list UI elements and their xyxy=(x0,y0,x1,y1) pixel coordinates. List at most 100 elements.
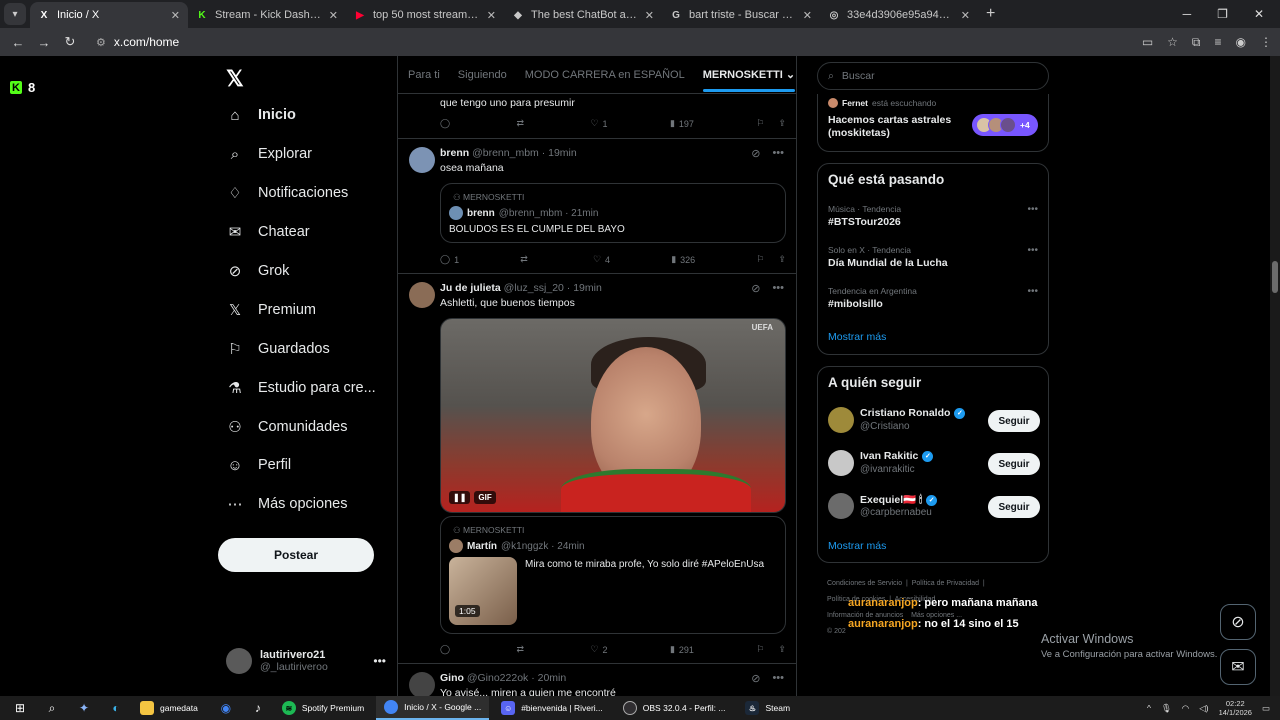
taskbar-app-chrome[interactable]: Inicio / X - Google ... xyxy=(376,696,490,720)
tab-para-ti[interactable]: Para ti xyxy=(408,69,440,81)
browser-tab-chatbot[interactable]: ◆ The best ChatBot and Widgets ✕ xyxy=(504,2,662,28)
close-icon[interactable]: ✕ xyxy=(487,9,496,22)
post[interactable]: que tengo uno para presumir ◯ ⇄ ♡ 1 ▮ 197 … xyxy=(398,94,796,139)
close-window-icon[interactable]: ✕ xyxy=(1254,7,1264,21)
scrollbar-thumb[interactable] xyxy=(1272,261,1278,293)
author-name[interactable]: Gino xyxy=(440,672,464,684)
close-icon[interactable]: ✕ xyxy=(803,9,812,22)
live-space-card[interactable]: Fernet está escuchando Hacemos cartas ast… xyxy=(817,94,1049,152)
trends-show-more[interactable]: Mostrar más xyxy=(828,331,886,343)
notifications-icon[interactable]: ▭ xyxy=(1262,703,1270,714)
avatar[interactable] xyxy=(828,407,854,433)
author-name[interactable]: Ju de julieta xyxy=(440,282,501,294)
avatar[interactable] xyxy=(409,282,435,308)
extensions-icon[interactable]: ⧉ xyxy=(1192,35,1201,50)
post[interactable]: brenn @brenn_mbm · 19min ⊘ ••• osea mañan… xyxy=(398,139,796,274)
trend-item[interactable]: Música · Tendencia #BTSTour2026 ••• xyxy=(828,204,1038,228)
chevron-up-icon[interactable]: ^ xyxy=(1147,703,1151,713)
grok-icon[interactable]: ⊘ xyxy=(751,282,760,295)
reply-button[interactable]: ◯ 1 xyxy=(440,254,459,265)
browser-tab-inicio-x[interactable]: X Inicio / X ✕ xyxy=(30,2,188,28)
tiktok-icon[interactable]: ♪ xyxy=(246,696,270,720)
share-icon[interactable]: ⇪ xyxy=(768,254,786,265)
close-icon[interactable]: ✕ xyxy=(961,9,970,22)
address-bar[interactable]: ⚙ x.com/home xyxy=(96,31,1142,53)
views-button[interactable]: ▮ 291 xyxy=(670,644,694,655)
reload-icon[interactable]: ↻ xyxy=(60,34,80,50)
more-icon[interactable]: ••• xyxy=(1027,204,1038,215)
taskbar-app-discord[interactable]: ☺ #bienvenida | Riveri... xyxy=(493,696,611,720)
avatar[interactable] xyxy=(828,493,854,519)
nav-explorar[interactable]: ⌕ Explorar xyxy=(226,145,312,163)
more-icon[interactable]: ••• xyxy=(772,147,784,160)
avatar[interactable] xyxy=(409,672,435,696)
taskbar-app-steam[interactable]: ♨ Steam xyxy=(737,696,798,720)
more-icon[interactable]: ••• xyxy=(1027,245,1038,256)
more-icon[interactable]: ••• xyxy=(772,672,784,685)
profile-icon[interactable]: ◉ xyxy=(1236,35,1246,50)
grok-fab-button[interactable]: ⊘ xyxy=(1220,604,1256,640)
nav-notificaciones[interactable]: ♢ Notificaciones xyxy=(226,184,348,202)
trend-item[interactable]: Solo en X · Tendencia Día Mundial de la … xyxy=(828,245,1038,269)
chrome-icon[interactable]: ◉ xyxy=(214,696,238,720)
more-icon[interactable]: ••• xyxy=(772,282,784,295)
messages-fab-button[interactable]: ✉ xyxy=(1220,649,1256,685)
share-icon[interactable]: ⇪ xyxy=(768,118,786,129)
like-button[interactable]: ♡ 2 xyxy=(590,644,607,655)
quoted-post[interactable]: ⚇ MERNOSKETTI Martín @k1nggzk · 24min 1:0… xyxy=(440,516,786,634)
follow-suggestion[interactable]: Ivan Rakitic ✓ @ivanrakitic Seguir xyxy=(828,450,1040,480)
copilot-icon[interactable]: ✦ xyxy=(72,696,96,720)
volume-icon[interactable]: ◁) xyxy=(1199,703,1208,714)
browser-tab-youtube[interactable]: ▶ top 50 most streamed songs fr ✕ xyxy=(346,2,504,28)
post[interactable]: Gino @Gino222ok · 20min ⊘ ••• Yo avisé...… xyxy=(398,664,796,696)
microphone-icon[interactable]: 🎙 xyxy=(1161,703,1172,714)
site-info-icon[interactable]: ⚙ xyxy=(96,36,106,49)
more-icon[interactable]: ••• xyxy=(1027,286,1038,297)
bookmark-button[interactable]: ⚐ ⇪ xyxy=(756,644,786,655)
post[interactable]: Ju de julieta @luz_ssj_20 · 19min ⊘ ••• A… xyxy=(398,274,796,664)
nav-estudio[interactable]: ⚗ Estudio para cre... xyxy=(226,379,375,397)
edge-icon[interactable]: ◐ xyxy=(104,696,128,720)
new-tab-button[interactable]: + xyxy=(986,5,995,23)
post-media-gif[interactable]: UEFA ❚❚ GIF xyxy=(440,318,786,513)
who-to-follow-show-more[interactable]: Mostrar más xyxy=(828,540,886,552)
bookmark-button[interactable]: ⚐ ⇪ xyxy=(756,254,786,265)
footer-link[interactable]: Condiciones de Servicio xyxy=(827,580,902,587)
reply-button[interactable]: ◯ xyxy=(440,118,454,129)
nav-grok[interactable]: ⊘ Grok xyxy=(226,262,290,280)
repost-button[interactable]: ⇄ xyxy=(516,118,528,129)
like-button[interactable]: ♡ 4 xyxy=(593,254,610,265)
taskbar-app-obs[interactable]: OBS 32.0.4 - Perfil: ... xyxy=(615,696,734,720)
nav-guardados[interactable]: ⚐ Guardados xyxy=(226,340,329,358)
network-icon[interactable]: ◠ xyxy=(1182,703,1189,714)
bookmark-button[interactable]: ⚐ ⇪ xyxy=(756,118,786,129)
views-button[interactable]: ▮ 326 xyxy=(671,254,695,265)
close-icon[interactable]: ✕ xyxy=(329,9,338,22)
minimize-icon[interactable]: ─ xyxy=(1183,7,1192,21)
tab-siguiendo[interactable]: Siguiendo xyxy=(458,69,507,81)
bookmark-star-icon[interactable]: ☆ xyxy=(1167,35,1178,50)
share-icon[interactable]: ⇪ xyxy=(768,644,786,655)
trend-item[interactable]: Tendencia en Argentina #mibolsillo ••• xyxy=(828,286,1038,310)
account-switcher[interactable]: lautirivero21 @_lautiriveroo ••• xyxy=(226,648,386,674)
quoted-post[interactable]: ⚇ MERNOSKETTI brenn @brenn_mbm · 21min BO… xyxy=(440,183,786,243)
nav-perfil[interactable]: ☺ Perfil xyxy=(226,456,291,474)
post-button[interactable]: Postear xyxy=(218,538,374,572)
nav-comunidades[interactable]: ⚇ Comunidades xyxy=(226,418,347,436)
follow-suggestion[interactable]: Exequiel🇦🇹 🕯 ✓ @carpbernabeu Seguir xyxy=(828,493,1040,523)
page-scrollbar[interactable] xyxy=(1270,56,1280,696)
browser-tab-kick[interactable]: K Stream - Kick Dashboard ✕ xyxy=(188,2,346,28)
tab-mernosketti[interactable]: MERNOSKETTI ⌄ xyxy=(702,56,796,94)
nav-inicio[interactable]: ⌂ Inicio xyxy=(226,106,295,124)
avatar[interactable] xyxy=(409,147,435,173)
system-clock[interactable]: 02:22 14/1/2026 xyxy=(1219,699,1252,717)
menu-icon[interactable]: ⋮ xyxy=(1260,35,1272,50)
nav-chatear[interactable]: ✉ Chatear xyxy=(226,223,310,241)
browser-tab-hash[interactable]: ◎ 33e4d3906e95a942c47d5f3672 ✕ xyxy=(820,2,978,28)
repost-button[interactable]: ⇄ xyxy=(516,644,528,655)
follow-button[interactable]: Seguir xyxy=(988,453,1040,475)
grok-icon[interactable]: ⊘ xyxy=(751,147,760,160)
reply-button[interactable]: ◯ xyxy=(440,644,454,655)
x-logo-icon[interactable]: 𝕏 xyxy=(226,66,244,92)
avatar[interactable] xyxy=(828,450,854,476)
